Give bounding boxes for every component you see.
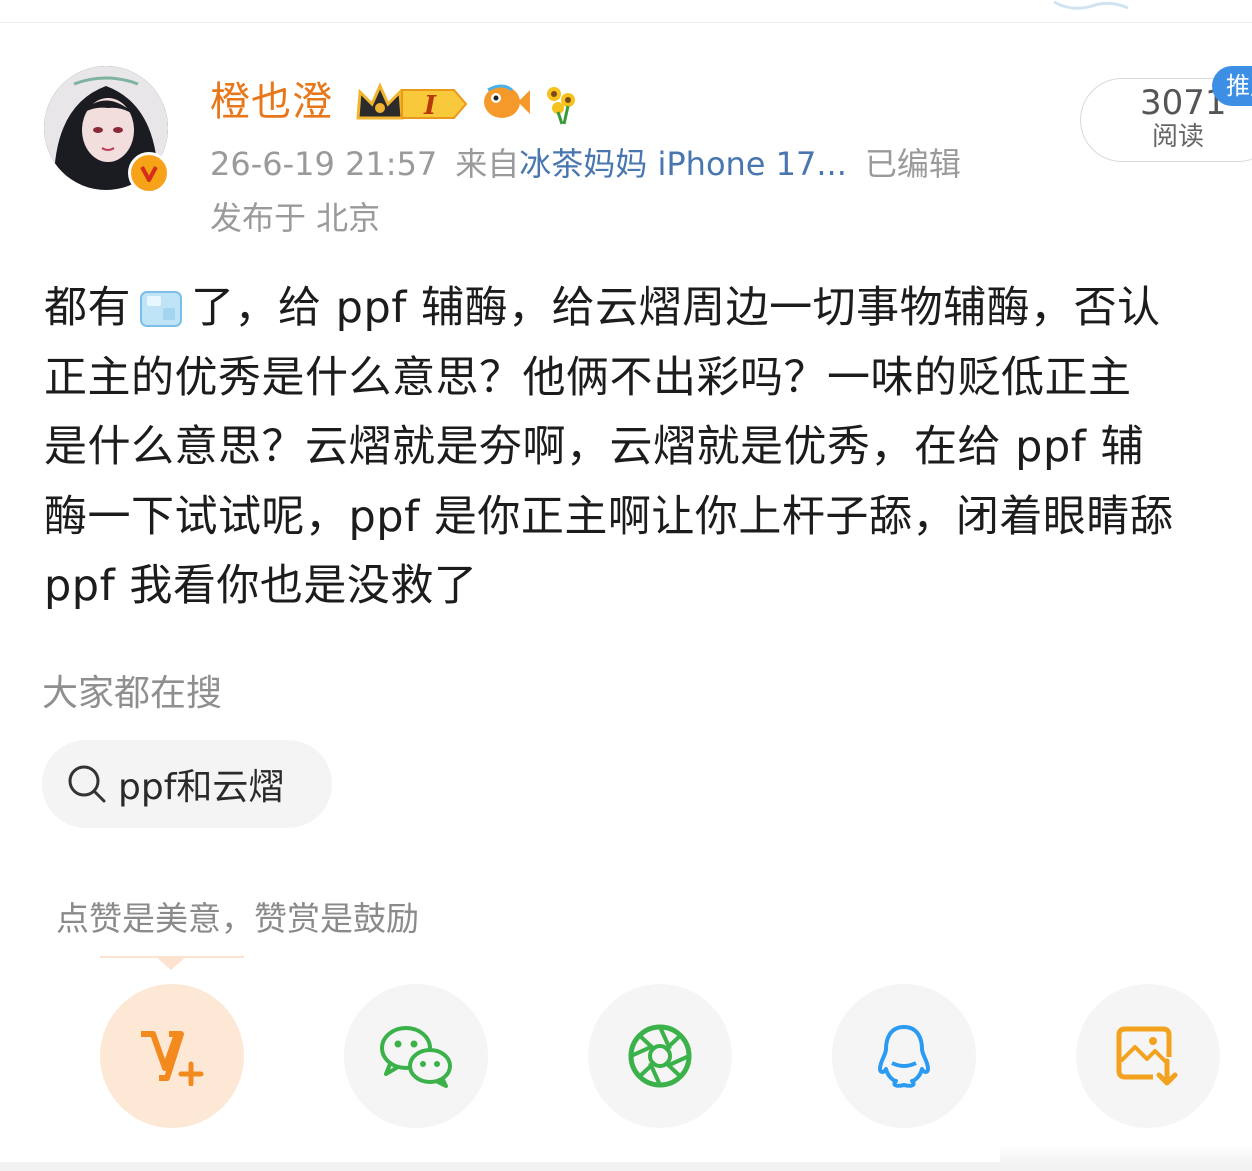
post-line-text: 都有 <box>44 283 131 333</box>
promo-badge[interactable]: 推广 <box>1212 66 1252 106</box>
read-label: 阅读 <box>1152 122 1205 152</box>
share-wechat-button[interactable] <box>344 984 488 1128</box>
post-line-text: 了，给 ppf 辅酶，给云熠周边一切事物辅酶，否认 <box>191 283 1161 333</box>
device-link[interactable]: 冰茶妈妈 iPhone 17... <box>519 145 847 183</box>
tip-arrow <box>155 956 187 970</box>
post-meta: 26-6-19 21:57 来自冰茶妈妈 iPhone 17... 已编辑 <box>210 142 961 186</box>
wechat-icon <box>380 1026 452 1088</box>
search-heading: 大家都在搜 <box>42 673 223 714</box>
post-timestamp: 26-6-19 21:57 <box>210 145 438 183</box>
post-line: 酶一下试试呢，ppf 是你正主啊让你上杆子舔，闭着眼睛舔 <box>44 491 1174 542</box>
save-image-button[interactable] <box>1076 984 1220 1128</box>
user-badges: I <box>354 78 586 126</box>
sunflower-icon <box>547 87 575 125</box>
search-suggestion-chip[interactable]: ppf和云熠 <box>42 740 332 828</box>
reward-button[interactable] <box>100 984 244 1128</box>
qq-icon <box>878 1025 930 1088</box>
reward-tip: 点赞是美意，赞赏是鼓励 <box>56 899 419 938</box>
post-line: 都有 了，给 ppf 辅酶，给云熠周边一切事物辅酶，否认 <box>44 274 1252 344</box>
post-location: 发布于 北京 <box>210 199 381 237</box>
post-line: 正主的优秀是什么意思？他俩不出彩吗？一味的贬低正主 <box>44 352 1132 403</box>
ice-cube-emoji-icon <box>140 291 182 327</box>
share-qq-button[interactable] <box>832 984 976 1128</box>
decoration-icon <box>1053 0 1129 10</box>
post-content: 都有 了，给 ppf 辅酶，给云熠周边一切事物辅酶，否认 正主的优秀是什么意思？… <box>44 274 1252 622</box>
bottom-divider <box>0 1162 1252 1171</box>
save-image-icon <box>1116 1026 1178 1086</box>
search-suggestion-text: ppf和云熠 <box>118 767 285 808</box>
moments-icon <box>628 1024 692 1088</box>
weibo-reward-icon <box>141 1031 204 1086</box>
share-moments-button[interactable] <box>588 984 732 1128</box>
crown-level-icon <box>356 82 468 120</box>
home-indicator-shadow <box>1000 1146 1252 1162</box>
level-badge-text: I <box>423 91 437 121</box>
username[interactable]: 橙也澄 <box>210 76 333 128</box>
search-icon <box>68 765 106 803</box>
edited-label[interactable]: 已编辑 <box>865 145 961 183</box>
post-line: 是什么意思？云熠就是夯啊，云熠就是优秀，在给 ppf 辅 <box>44 422 1145 472</box>
fish-icon <box>484 84 530 118</box>
verified-badge-icon <box>128 152 170 194</box>
post-line: ppf 我看你也是没救了 <box>44 561 478 611</box>
source-prefix: 来自 <box>455 145 520 183</box>
